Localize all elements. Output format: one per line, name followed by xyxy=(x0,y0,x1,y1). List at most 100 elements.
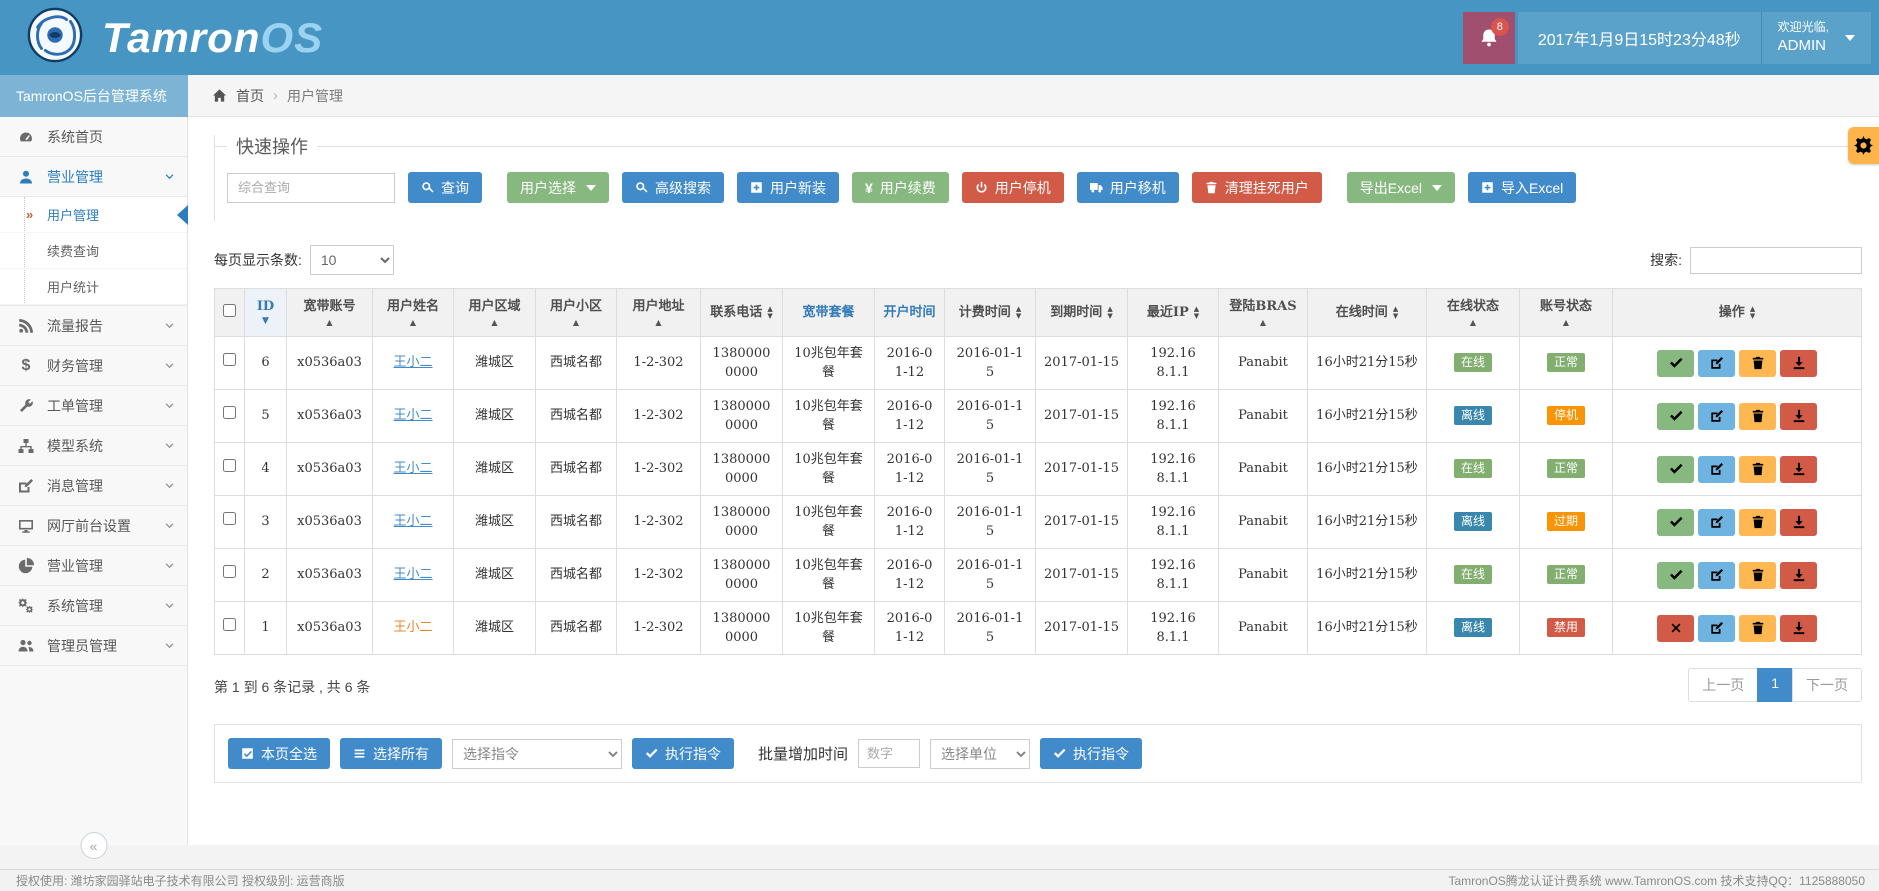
next-page-button[interactable]: 下一页 xyxy=(1792,668,1862,702)
advanced-search-button[interactable]: 高级搜索 xyxy=(622,172,724,203)
download-button[interactable] xyxy=(1780,350,1817,377)
home-icon xyxy=(212,88,227,103)
relocate-button[interactable]: 用户移机 xyxy=(1077,172,1179,203)
sidebar-item-dashboard[interactable]: 系统首页 xyxy=(0,117,187,157)
cleanup-dead-button[interactable]: 清理挂死用户 xyxy=(1192,172,1322,203)
sidebar-item-portal-settings[interactable]: 网厅前台设置 xyxy=(0,506,187,546)
col-header-online_time[interactable]: 在线时间▲▼ xyxy=(1308,289,1427,337)
online-status-badge: 离线 xyxy=(1454,618,1492,637)
user-name-link[interactable]: 王小二 xyxy=(393,355,432,370)
sidebar-item-business-2[interactable]: 营业管理 xyxy=(0,546,187,586)
execute-command-button[interactable]: 执行指令 xyxy=(632,738,734,769)
user-name-link[interactable]: 王小二 xyxy=(393,514,432,529)
confirm-button[interactable] xyxy=(1657,350,1694,377)
delete-button[interactable] xyxy=(1739,615,1776,642)
row-checkbox[interactable] xyxy=(223,406,236,419)
sidebar-subitem-user-management[interactable]: »用户管理 xyxy=(0,197,187,233)
sidebar-item-business[interactable]: 营业管理 xyxy=(0,157,187,197)
row-checkbox[interactable] xyxy=(223,618,236,631)
confirm-button[interactable] xyxy=(1657,509,1694,536)
confirm-button[interactable] xyxy=(1657,456,1694,483)
sidebar-item-model-system[interactable]: 模型系统 xyxy=(0,426,187,466)
delete-button[interactable] xyxy=(1739,350,1776,377)
download-button[interactable] xyxy=(1780,456,1817,483)
download-button[interactable] xyxy=(1780,403,1817,430)
select-all-button[interactable]: 选择所有 xyxy=(340,738,442,769)
col-header-ip[interactable]: 最近IP▲▼ xyxy=(1128,289,1219,337)
edit-button[interactable] xyxy=(1698,562,1735,589)
unit-select[interactable]: 选择单位 xyxy=(930,739,1030,769)
col-header-bill_date[interactable]: 计费时间▲▼ xyxy=(945,289,1036,337)
user-select-button[interactable]: 用户选择 xyxy=(507,172,609,203)
delete-button[interactable] xyxy=(1739,403,1776,430)
confirm-button[interactable] xyxy=(1657,403,1694,430)
command-select[interactable]: 选择指令 xyxy=(452,739,622,769)
sidebar-item-traffic-report[interactable]: 流量报告 xyxy=(0,306,187,346)
new-install-button[interactable]: 用户新装 xyxy=(737,172,839,203)
edit-button[interactable] xyxy=(1698,403,1735,430)
row-checkbox[interactable] xyxy=(223,565,236,578)
sidebar-item-work-order[interactable]: 工单管理 xyxy=(0,386,187,426)
user-menu[interactable]: 欢迎光临, ADMIN xyxy=(1761,12,1871,64)
download-button[interactable] xyxy=(1780,509,1817,536)
import-excel-button[interactable]: 导入Excel xyxy=(1468,172,1576,203)
delete-button[interactable] xyxy=(1739,509,1776,536)
col-header-open_date[interactable]: 开户时间 xyxy=(875,289,945,337)
download-button[interactable] xyxy=(1780,562,1817,589)
col-header-actions[interactable]: 操作▲▼ xyxy=(1613,289,1862,337)
user-name-link[interactable]: 王小二 xyxy=(393,620,432,635)
row-checkbox[interactable] xyxy=(223,459,236,472)
edit-button[interactable] xyxy=(1698,350,1735,377)
col-header-bras[interactable]: 登陆BRAS▲ xyxy=(1219,289,1308,337)
col-header-phone[interactable]: 联系电话▲▼ xyxy=(701,289,783,337)
download-button[interactable] xyxy=(1780,615,1817,642)
sidebar-item-admins[interactable]: 管理员管理 xyxy=(0,626,187,666)
col-header-account[interactable]: 宽带账号▲ xyxy=(287,289,373,337)
chevron-down-icon xyxy=(164,600,175,611)
col-header-name[interactable]: 用户姓名▲ xyxy=(373,289,454,337)
page-1-button[interactable]: 1 xyxy=(1757,668,1793,702)
prev-page-button[interactable]: 上一页 xyxy=(1688,668,1758,702)
main-content: 快速操作 查询用户选择高级搜索用户新装¥用户续费用户停机用户移机清理挂死用户导出… xyxy=(188,117,1879,845)
sidebar-item-system[interactable]: 系统管理 xyxy=(0,586,187,626)
col-header-region[interactable]: 用户区域▲ xyxy=(454,289,536,337)
table-search-input[interactable] xyxy=(1690,247,1862,274)
confirm-button[interactable] xyxy=(1657,562,1694,589)
settings-gear-button[interactable] xyxy=(1848,127,1879,164)
edit-button[interactable] xyxy=(1698,456,1735,483)
select-page-button[interactable]: 本页全选 xyxy=(228,738,330,769)
batch-number-input[interactable] xyxy=(858,739,920,768)
export-excel-button[interactable]: 导出Excel xyxy=(1347,172,1455,203)
breadcrumb-home[interactable]: 首页 xyxy=(236,86,264,106)
sidebar-subitem-renew-query[interactable]: 续费查询 xyxy=(0,233,187,269)
user-name-link[interactable]: 王小二 xyxy=(393,408,432,423)
deny-button[interactable] xyxy=(1657,615,1694,642)
renew-button[interactable]: ¥用户续费 xyxy=(852,172,949,203)
edit-button[interactable] xyxy=(1698,509,1735,536)
execute-command-button-2[interactable]: 执行指令 xyxy=(1040,738,1142,769)
row-checkbox[interactable] xyxy=(223,353,236,366)
col-header-online_status[interactable]: 在线状态▲ xyxy=(1427,289,1520,337)
sidebar-item-message[interactable]: 消息管理 xyxy=(0,466,187,506)
sidebar-subitem-user-statistics[interactable]: 用户统计 xyxy=(0,269,187,305)
user-name-link[interactable]: 王小二 xyxy=(393,461,432,476)
page-size-select[interactable]: 10 xyxy=(310,245,394,275)
col-header-account_status[interactable]: 账号状态▲ xyxy=(1520,289,1613,337)
user-name-link[interactable]: 王小二 xyxy=(393,567,432,582)
col-header-community[interactable]: 用户小区▲ xyxy=(536,289,617,337)
col-header-plan[interactable]: 宽带套餐 xyxy=(783,289,875,337)
delete-button[interactable] xyxy=(1739,562,1776,589)
delete-button[interactable] xyxy=(1739,456,1776,483)
row-checkbox[interactable] xyxy=(223,512,236,525)
select-all-checkbox[interactable] xyxy=(223,304,236,317)
edit-button[interactable] xyxy=(1698,615,1735,642)
sidebar-collapse-button[interactable]: « xyxy=(80,832,107,859)
col-header-id[interactable]: ID▼ xyxy=(245,289,287,337)
col-header-address[interactable]: 用户地址▲ xyxy=(617,289,701,337)
col-header-expire_date[interactable]: 到期时间▲▼ xyxy=(1036,289,1128,337)
suspend-button[interactable]: 用户停机 xyxy=(962,172,1064,203)
notifications-button[interactable]: 8 xyxy=(1463,12,1515,64)
combined-search-input[interactable] xyxy=(227,173,395,203)
sidebar-item-finance[interactable]: $财务管理 xyxy=(0,346,187,386)
query-button[interactable]: 查询 xyxy=(408,172,482,203)
